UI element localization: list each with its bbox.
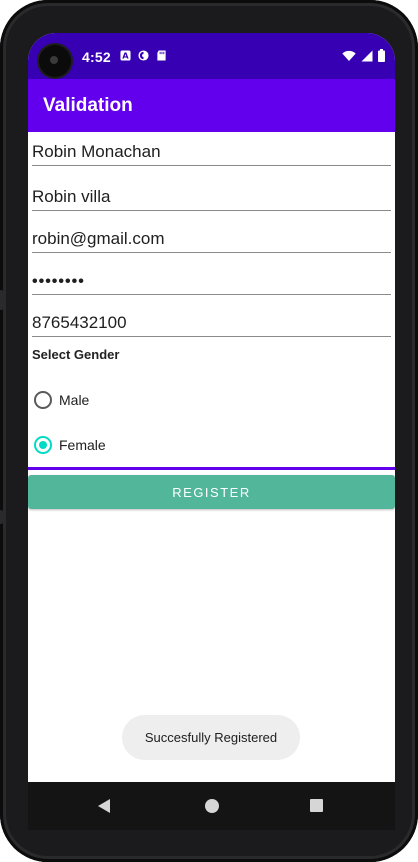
register-button[interactable]: REGISTER: [28, 475, 395, 509]
app-bar: Validation: [28, 79, 395, 132]
radio-button-unchecked[interactable]: [34, 391, 52, 409]
wifi-icon: [342, 50, 356, 61]
screen: 4:52 A Validation Robin Monachan Robin v…: [28, 33, 395, 782]
signal-icon: [361, 50, 373, 61]
password-field[interactable]: ••••••••: [32, 262, 391, 295]
volume-button: [0, 510, 3, 524]
svg-text:A: A: [122, 51, 129, 61]
home-icon[interactable]: [205, 799, 219, 813]
address-field[interactable]: Robin villa: [32, 178, 391, 211]
radio-button-checked[interactable]: [34, 436, 52, 454]
camera-cutout: [39, 45, 71, 77]
phone-value: 8765432100: [32, 313, 127, 332]
sync-icon: [138, 50, 149, 61]
gender-label: Select Gender: [32, 347, 120, 362]
status-bar: 4:52 A: [28, 33, 395, 79]
recents-icon[interactable]: [310, 799, 323, 812]
navigation-bar: [28, 782, 395, 830]
address-value: Robin villa: [32, 187, 111, 206]
email-field[interactable]: robin@gmail.com: [32, 220, 391, 253]
phone-field[interactable]: 8765432100: [32, 304, 391, 337]
battery-icon: [378, 49, 385, 62]
back-icon[interactable]: [98, 799, 110, 813]
app-title: Validation: [43, 95, 133, 116]
divider-line: [28, 467, 395, 470]
radio-female-label: Female: [59, 437, 106, 453]
password-value: ••••••••: [32, 273, 85, 290]
toast-message: Succesfully Registered: [122, 715, 300, 760]
email-value: robin@gmail.com: [32, 229, 165, 248]
sd-card-icon: [157, 50, 166, 61]
a-notification-icon: A: [120, 50, 131, 61]
power-button: [0, 290, 3, 310]
status-time: 4:52: [82, 49, 111, 65]
radio-female[interactable]: Female: [34, 433, 106, 457]
radio-male[interactable]: Male: [34, 388, 89, 412]
device-frame: 4:52 A Validation Robin Monachan Robin v…: [0, 0, 418, 862]
radio-male-label: Male: [59, 392, 90, 408]
name-value: Robin Monachan: [32, 142, 161, 161]
name-field[interactable]: Robin Monachan: [32, 133, 391, 166]
